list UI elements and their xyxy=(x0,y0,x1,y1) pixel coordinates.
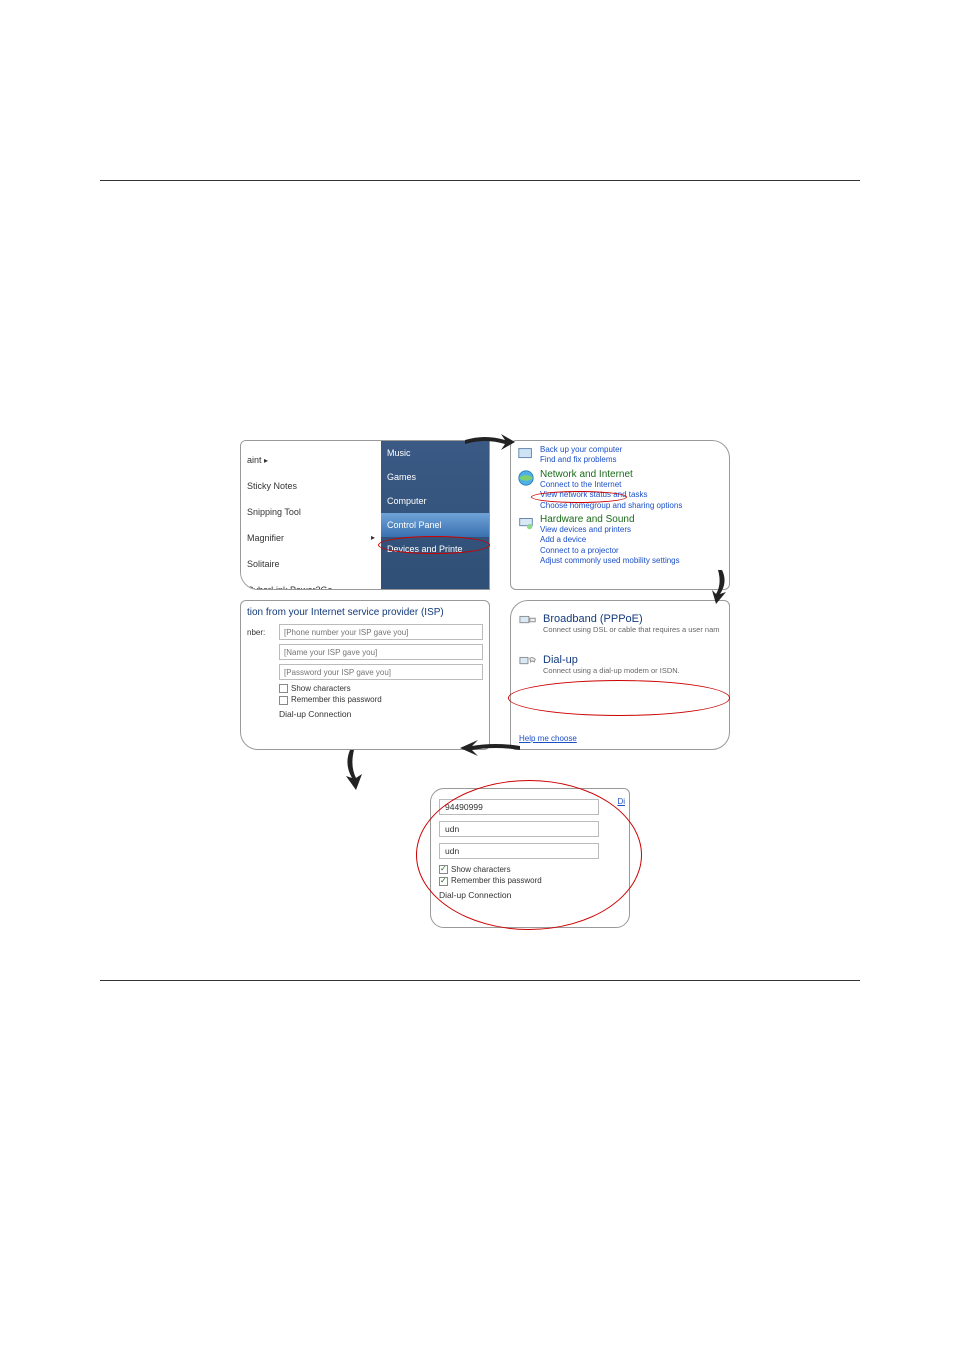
category-hardware: Hardware and Sound View devices and prin… xyxy=(517,514,723,567)
start-item-devices[interactable]: Devices and Printe xyxy=(381,537,490,561)
broadband-subtitle: Connect using DSL or cable that requires… xyxy=(543,625,719,634)
broadband-title: Broadband (PPPoE) xyxy=(543,613,719,625)
checkbox-show-chars[interactable]: Show characters xyxy=(279,684,483,693)
checkbox-remember[interactable]: Remember this password xyxy=(279,695,483,704)
start-item-computer[interactable]: Computer xyxy=(381,489,490,513)
start-item-games[interactable]: Games xyxy=(381,465,490,489)
link-backup[interactable]: Back up your computer xyxy=(540,445,723,455)
start-menu-left: aint ▸ Sticky Notes Snipping Tool Magnif… xyxy=(241,441,381,590)
input-name[interactable] xyxy=(279,644,483,660)
system-icon xyxy=(517,445,535,463)
input-password-filled[interactable] xyxy=(439,843,599,859)
start-menu-panel: aint ▸ Sticky Notes Snipping Tool Magnif… xyxy=(240,440,490,590)
divider-bottom xyxy=(100,980,860,981)
dialup-title: Dial-up xyxy=(543,654,680,666)
connection-choice-panel: Broadband (PPPoE) Connect using DSL or c… xyxy=(510,600,730,750)
control-panel-window: Back up your computer Find and fix probl… xyxy=(510,440,730,590)
connection-name-filled: Dial-up Connection xyxy=(439,890,621,900)
start-item-solitaire[interactable]: Solitaire xyxy=(241,551,381,577)
option-broadband[interactable]: Broadband (PPPoE) Connect using DSL or c… xyxy=(517,609,723,638)
label-number: nber: xyxy=(247,628,275,637)
isp-header: tion from your Internet service provider… xyxy=(247,607,483,618)
network-title[interactable]: Network and Internet xyxy=(540,469,723,480)
input-name-filled[interactable] xyxy=(439,821,599,837)
input-phone-filled[interactable] xyxy=(439,799,599,815)
start-item-sticky[interactable]: Sticky Notes xyxy=(241,473,381,499)
link-connect-internet[interactable]: Connect to the Internet xyxy=(540,480,723,490)
isp-form-filled: Di Show characters Remember this passwor… xyxy=(430,788,630,928)
arrow-3-to-5 xyxy=(340,750,370,790)
connection-name-label: Dial-up Connection xyxy=(279,709,483,719)
category-network: Network and Internet Connect to the Inte… xyxy=(517,469,723,511)
start-item-magnifier[interactable]: Magnifier ▸ xyxy=(241,525,381,551)
link-dial-partial[interactable]: Di xyxy=(617,797,625,806)
divider-top xyxy=(100,180,860,181)
link-projector[interactable]: Connect to a projector xyxy=(540,546,723,556)
start-item-paint[interactable]: aint ▸ xyxy=(241,447,381,473)
dialup-subtitle: Connect using a dial-up modem or ISDN. xyxy=(543,666,680,675)
start-item-snipping[interactable]: Snipping Tool xyxy=(241,499,381,525)
hardware-title[interactable]: Hardware and Sound xyxy=(540,514,723,525)
link-add-device[interactable]: Add a device xyxy=(540,535,723,545)
link-help-choose[interactable]: Help me choose xyxy=(519,734,577,743)
start-item-music[interactable]: Music xyxy=(381,441,490,465)
input-password[interactable] xyxy=(279,664,483,680)
link-fix[interactable]: Find and fix problems xyxy=(540,455,723,465)
input-phone[interactable] xyxy=(279,624,483,640)
checkbox-show-chars-filled[interactable]: Show characters xyxy=(439,865,621,874)
link-mobility[interactable]: Adjust commonly used mobility settings xyxy=(540,556,723,566)
dialup-icon xyxy=(519,654,537,668)
broadband-icon xyxy=(519,613,537,627)
start-item-power2go[interactable]: CyberLink Power2Go xyxy=(241,577,381,590)
hardware-icon xyxy=(517,514,535,532)
start-item-control-panel[interactable]: Control Panel xyxy=(381,513,490,537)
start-menu-right: Music Games Computer Control Panel Devic… xyxy=(381,441,490,590)
link-homegroup[interactable]: Choose homegroup and sharing options xyxy=(540,501,723,511)
link-network-status[interactable]: View network status and tasks xyxy=(540,490,723,500)
network-icon xyxy=(517,469,535,487)
isp-form-blank: tion from your Internet service provider… xyxy=(240,600,490,750)
option-dialup[interactable]: Dial-up Connect using a dial-up modem or… xyxy=(517,650,723,679)
checkbox-remember-filled[interactable]: Remember this password xyxy=(439,876,621,885)
category-system: Back up your computer Find and fix probl… xyxy=(517,445,723,466)
link-devices-printers[interactable]: View devices and printers xyxy=(540,525,723,535)
